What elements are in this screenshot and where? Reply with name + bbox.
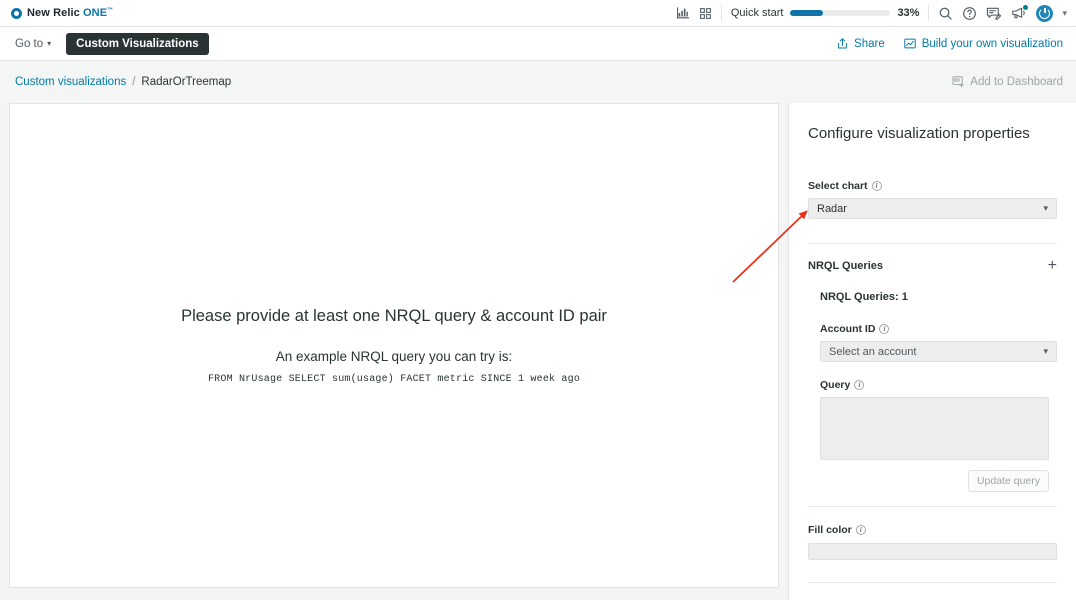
share-button[interactable]: Share bbox=[836, 37, 885, 50]
nrql-queries-section-header: NRQL Queries + bbox=[808, 258, 1057, 274]
build-label: Build your own visualization bbox=[921, 37, 1063, 50]
select-chart-label-text: Select chart bbox=[808, 180, 868, 192]
account-id-label-text: Account ID bbox=[820, 323, 876, 335]
panel-divider-2 bbox=[808, 506, 1057, 507]
query-label: Query i bbox=[820, 379, 1049, 391]
search-icon[interactable] bbox=[938, 6, 953, 21]
goto-menu[interactable]: Go to ▾ bbox=[0, 38, 51, 50]
add-to-dashboard-button[interactable]: Add to Dashboard bbox=[951, 75, 1076, 88]
select-chart-label: Select chart i bbox=[808, 180, 1057, 192]
brand-text: New Relic ONE™ bbox=[27, 7, 113, 19]
account-id-dropdown[interactable]: Select an account ▾ bbox=[820, 341, 1057, 362]
add-nrql-query-button[interactable]: + bbox=[1048, 258, 1057, 274]
chevron-down-icon: ▾ bbox=[1043, 346, 1048, 356]
query-input[interactable] bbox=[820, 397, 1049, 460]
query-label-text: Query bbox=[820, 379, 851, 391]
help-circle-icon[interactable] bbox=[962, 6, 977, 21]
empty-state-title: Please provide at least one NRQL query &… bbox=[181, 306, 607, 325]
breadcrumb-bar: Custom visualizations / RadarOrTreemap A… bbox=[0, 61, 1076, 102]
share-upload-icon bbox=[836, 37, 849, 50]
empty-state-example-query: FROM NrUsage SELECT sum(usage) FACET met… bbox=[207, 373, 581, 385]
chevron-down-icon: ▾ bbox=[47, 39, 52, 48]
fill-color-label-text: Fill color bbox=[808, 524, 852, 536]
share-label: Share bbox=[854, 37, 885, 50]
visualization-preview-card: Please provide at least one NRQL query &… bbox=[9, 103, 779, 588]
megaphone-icon[interactable] bbox=[1011, 4, 1029, 21]
panel-title: Configure visualization properties bbox=[808, 125, 1030, 142]
panel-divider-3 bbox=[808, 582, 1057, 583]
account-id-label: Account ID i bbox=[820, 323, 1057, 335]
fill-color-input[interactable] bbox=[808, 543, 1057, 560]
info-icon[interactable]: i bbox=[879, 324, 890, 334]
configure-properties-panel: Configure visualization properties Selec… bbox=[788, 103, 1076, 600]
bar-chart-icon[interactable] bbox=[676, 6, 690, 20]
add-to-dashboard-icon bbox=[951, 75, 965, 88]
fill-color-label: Fill color i bbox=[808, 524, 1057, 536]
chevron-down-icon: ▾ bbox=[1043, 203, 1048, 213]
build-visualization-button[interactable]: Build your own visualization bbox=[903, 37, 1063, 50]
quick-start-progress-fill bbox=[790, 10, 824, 16]
header-actions: Quick start 33% ▾ bbox=[676, 0, 1076, 26]
top-header-bar: New Relic ONE™ Quick start 33% ▾ bbox=[0, 0, 1076, 27]
info-icon[interactable]: i bbox=[854, 380, 865, 390]
account-id-value: Select an account bbox=[829, 345, 917, 358]
breadcrumb: Custom visualizations / RadarOrTreemap bbox=[0, 76, 231, 88]
select-chart-value: Radar bbox=[817, 202, 847, 215]
update-query-button[interactable]: Update query bbox=[967, 470, 1049, 492]
feedback-icon[interactable] bbox=[986, 6, 1002, 21]
header-divider bbox=[720, 5, 722, 21]
breadcrumb-root-link[interactable]: Custom visualizations bbox=[15, 76, 126, 88]
tab-custom-visualizations[interactable]: Custom Visualizations bbox=[66, 32, 209, 55]
info-icon[interactable]: i bbox=[855, 525, 866, 535]
secondary-nav-bar: Go to ▾ Custom Visualizations Share Buil… bbox=[0, 27, 1076, 61]
quick-start-label: Quick start bbox=[730, 7, 784, 19]
add-to-dashboard-label: Add to Dashboard bbox=[970, 75, 1063, 88]
notification-badge bbox=[1023, 4, 1029, 10]
breadcrumb-current: RadarOrTreemap bbox=[141, 75, 232, 88]
nrql-queries-count: NRQL Queries: 1 bbox=[820, 291, 908, 303]
brand-product: ONE bbox=[83, 7, 108, 19]
panel-divider-1 bbox=[808, 243, 1057, 244]
chevron-down-icon[interactable]: ▾ bbox=[1062, 8, 1067, 19]
user-avatar[interactable] bbox=[1036, 4, 1054, 22]
goto-label: Go to bbox=[15, 37, 44, 50]
chart-line-icon bbox=[903, 37, 917, 50]
brand-trademark: ™ bbox=[107, 7, 114, 14]
quick-start-percent: 33% bbox=[897, 7, 920, 19]
brand-name: New Relic bbox=[27, 7, 80, 19]
apps-grid-icon[interactable] bbox=[699, 7, 712, 20]
new-relic-logo[interactable]: New Relic ONE™ bbox=[0, 7, 113, 19]
nav-actions: Share Build your own visualization bbox=[836, 37, 1076, 50]
quick-start-progress[interactable]: Quick start 33% bbox=[731, 7, 920, 19]
empty-state-subtitle: An example NRQL query you can try is: bbox=[275, 348, 513, 364]
breadcrumb-separator: / bbox=[132, 75, 136, 88]
info-icon[interactable]: i bbox=[871, 181, 882, 191]
header-divider-2 bbox=[928, 5, 930, 21]
new-relic-mark-icon bbox=[11, 7, 22, 19]
nrql-queries-label: NRQL Queries bbox=[808, 260, 883, 272]
select-chart-dropdown[interactable]: Radar ▾ bbox=[808, 198, 1057, 219]
quick-start-progress-track bbox=[790, 10, 891, 16]
